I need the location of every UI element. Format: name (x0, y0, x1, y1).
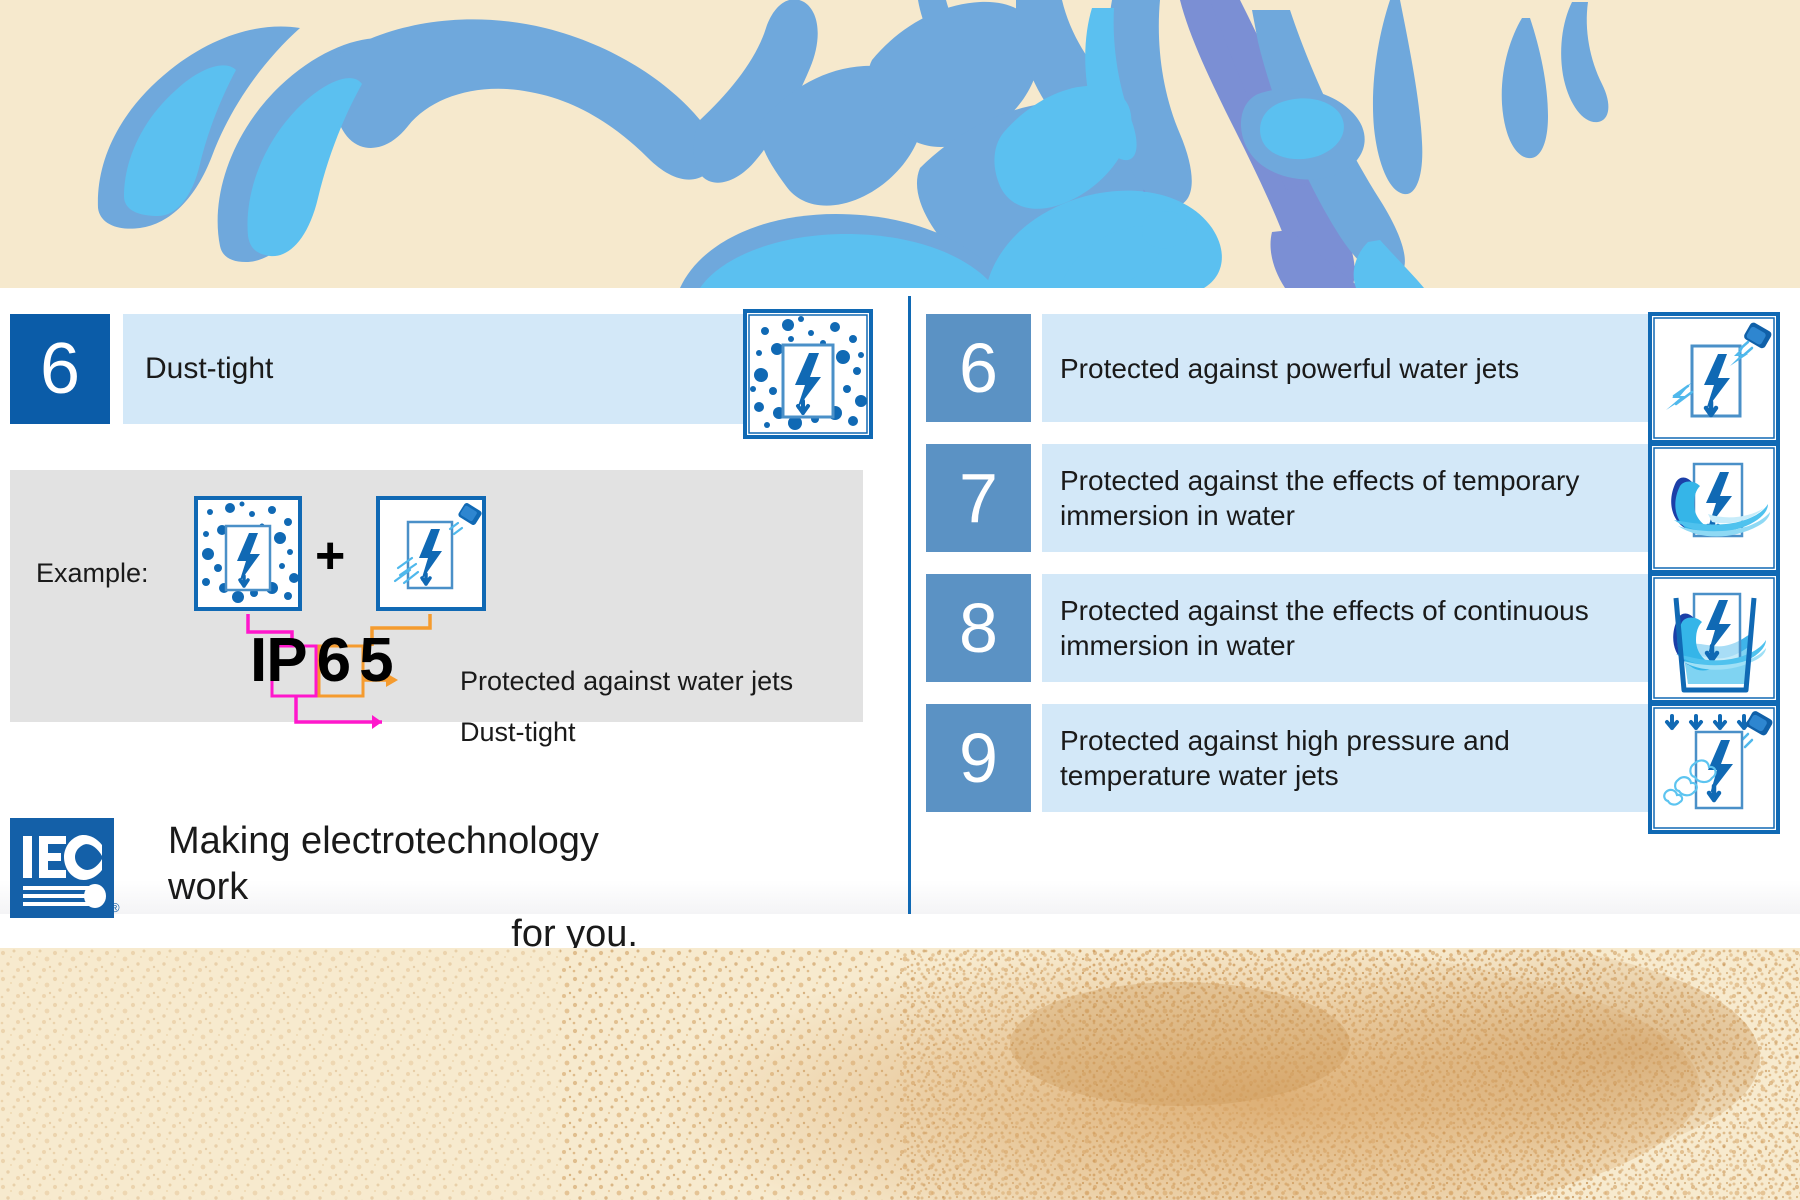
row-number-box: 7 (926, 444, 1031, 552)
row-label-bar: Protected against the effects of continu… (1042, 574, 1648, 682)
ip-code-display: IP 6 5 (250, 630, 394, 692)
enclosure-dust-particles-icon (743, 309, 873, 439)
dust-tight-label: Dust-tight (145, 352, 274, 385)
example-title: Example: (36, 558, 149, 588)
row-number: 7 (959, 459, 998, 537)
infographic-root: 6 Dust-tight Example: + IP 6 5 Protected… (0, 0, 1800, 1200)
table-row[interactable]: 9 Protected against high pressure and te… (926, 702, 1798, 834)
temporary-immersion-wave-icon (1648, 442, 1780, 574)
continuous-immersion-tank-icon (1648, 572, 1780, 704)
high-pressure-steam-jet-icon (1648, 702, 1780, 834)
ip-first-digit: 6 (316, 626, 351, 695)
iec-logo[interactable] (10, 818, 114, 918)
row-number: 8 (959, 589, 998, 667)
header-water-splash-banner (0, 0, 1800, 288)
dust-tight-number: 6 (39, 329, 81, 409)
example-dust-tight-description: Dust-tight (460, 717, 576, 747)
ip-second-digit: 5 (359, 626, 393, 695)
left-column: 6 Dust-tight Example: + IP 6 5 Protected… (0, 288, 900, 955)
registered-trademark-mark: ® (110, 900, 120, 915)
sand-texture-illustration (0, 948, 1800, 1200)
row-number: 6 (959, 329, 998, 407)
powerful-water-jet-icon (1648, 312, 1780, 444)
example-plus-sign: + (315, 527, 346, 585)
row-label: Protected against powerful water jets (1060, 352, 1520, 384)
dust-tight-row[interactable]: 6 Dust-tight (10, 309, 873, 439)
enclosure-water-jet-icon (376, 496, 486, 611)
water-splash-illustration (0, 0, 1800, 288)
row-number-box: 8 (926, 574, 1031, 682)
iec-tagline: Making electrotechnology work for you. (168, 818, 638, 957)
table-row[interactable]: 8 Protected against the effects of conti… (926, 572, 1798, 704)
row-label-bar: Protected against powerful water jets (1042, 314, 1648, 422)
dust-tight-number-box: 6 (10, 314, 110, 424)
table-row[interactable]: 6 Protected against powerful water jets (926, 312, 1798, 444)
ip-prefix: IP (250, 626, 308, 695)
enclosure-dust-particles-icon (194, 496, 302, 611)
right-column: 6 Protected against powerful water jets (908, 288, 1800, 914)
dust-tight-label-bar: Dust-tight (123, 314, 748, 424)
row-number-box: 6 (926, 314, 1031, 422)
row-label: Protected against the effects of tempora… (1060, 465, 1580, 531)
row-label: Protected against high pressure and temp… (1060, 725, 1510, 791)
row-label-bar: Protected against the effects of tempora… (1042, 444, 1648, 552)
table-row[interactable]: 7 Protected against the effects of tempo… (926, 442, 1798, 574)
row-label: Protected against the effects of continu… (1060, 595, 1589, 661)
tagline-line-1: Making electrotechnology work (168, 820, 599, 909)
row-label-bar: Protected against high pressure and temp… (1042, 704, 1648, 812)
sand-footer-banner (0, 948, 1800, 1200)
example-water-jets-description: Protected against water jets (460, 666, 794, 696)
row-number-box: 9 (926, 704, 1031, 812)
row-number: 9 (959, 719, 998, 797)
example-panel: Example: + IP 6 5 Protected against wate… (10, 470, 863, 747)
